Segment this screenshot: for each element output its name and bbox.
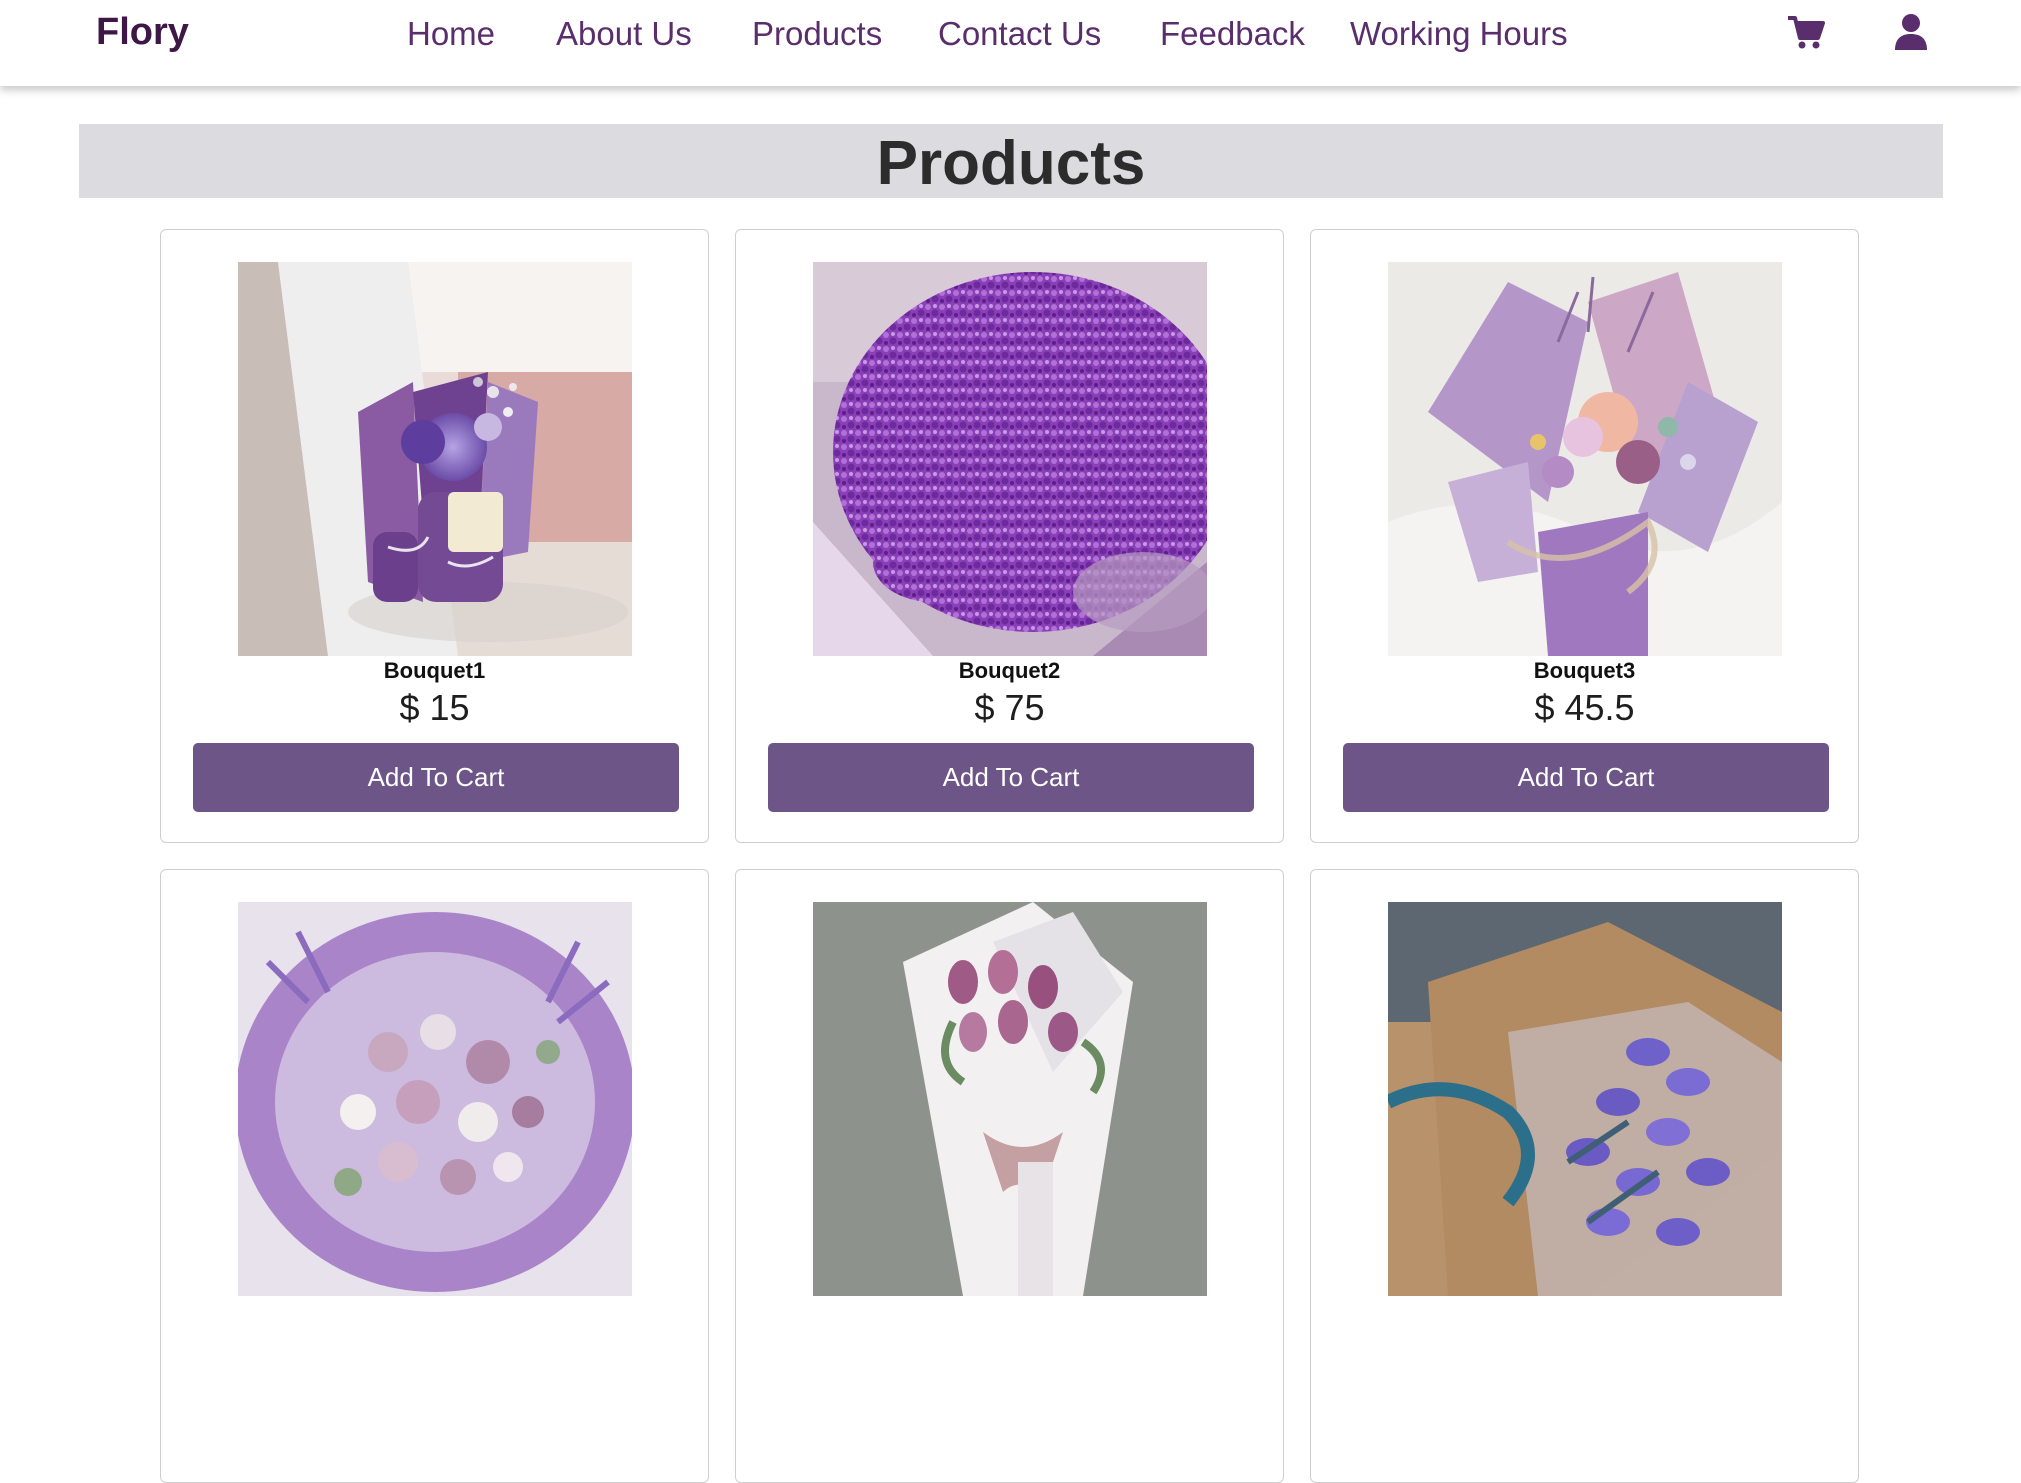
product-name: Bouquet2 [958,658,1061,683]
add-to-cart-button[interactable]: Add To Cart [1343,743,1829,812]
product-card [160,869,709,1483]
product-card [1310,869,1859,1483]
user-icon[interactable] [1891,12,1931,52]
nav-link-products[interactable]: Products [752,12,882,56]
nav-link-contact-us[interactable]: Contact Us [938,12,1101,56]
brand-logo[interactable]: Flory [96,10,189,54]
product-price: $ 75 [974,687,1045,728]
product-name: Bouquet3 [1533,658,1636,683]
nav-link-feedback[interactable]: Feedback [1160,12,1305,56]
product-price: $ 15 [399,687,470,728]
add-to-cart-button[interactable]: Add To Cart [193,743,679,812]
nav-link-working-hours[interactable]: Working Hours [1350,12,1568,56]
product-name: Bouquet1 [383,658,486,683]
product-card: Bouquet2 $ 75 Add To Cart [735,229,1284,843]
product-image[interactable] [1388,262,1782,656]
nav-link-about-us[interactable]: About Us [556,12,692,56]
products-heading-band: Products [79,124,1943,198]
product-price: $ 45.5 [1534,687,1635,728]
page-title: Products [876,129,1146,198]
nav-link-home[interactable]: Home [407,12,495,56]
product-card: Bouquet3 $ 45.5 Add To Cart [1310,229,1859,843]
product-image[interactable] [238,902,632,1296]
product-image[interactable] [1388,902,1782,1296]
top-navbar: Flory Home About Us Products Contact Us … [0,0,2021,86]
product-card: Bouquet1 $ 15 Add To Cart [160,229,709,843]
product-image[interactable] [813,262,1207,656]
cart-icon[interactable] [1786,12,1826,52]
product-card [735,869,1284,1483]
product-image[interactable] [813,902,1207,1296]
add-to-cart-button[interactable]: Add To Cart [768,743,1254,812]
product-image[interactable] [238,262,632,656]
